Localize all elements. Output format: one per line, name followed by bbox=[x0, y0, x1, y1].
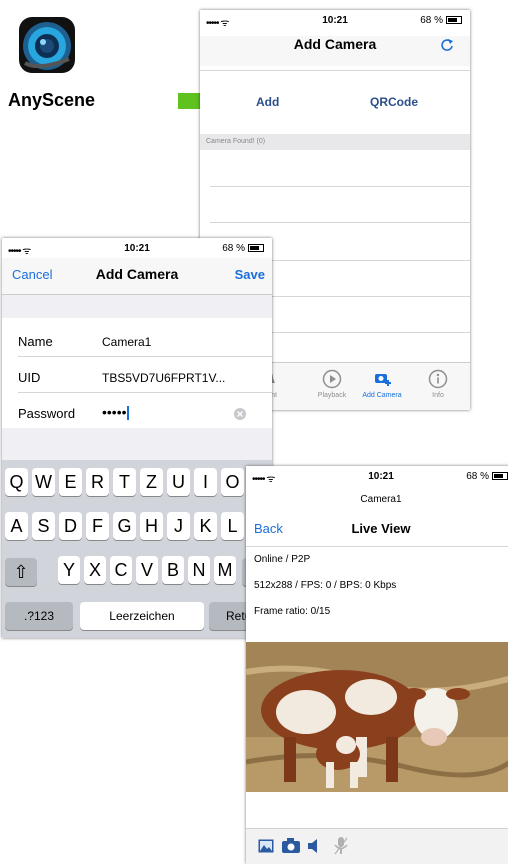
info-icon bbox=[428, 369, 448, 389]
space-key[interactable]: Leerzeichen bbox=[80, 602, 204, 630]
section-header: Camera Found! (0) bbox=[200, 134, 470, 150]
key-o[interactable]: O bbox=[221, 468, 244, 496]
status-bar: ••••• ᯤ 10:21 68 % bbox=[2, 238, 272, 258]
app-name: AnyScene bbox=[8, 90, 96, 110]
live-video-feed bbox=[246, 642, 508, 792]
battery-indicator: 68 % bbox=[222, 243, 264, 254]
clear-field-icon[interactable] bbox=[234, 408, 246, 420]
battery-indicator: 68 % bbox=[420, 15, 462, 26]
add-camera-icon bbox=[375, 374, 391, 386]
password-field[interactable]: ••••• bbox=[102, 404, 129, 421]
speaker-icon[interactable] bbox=[308, 839, 322, 853]
key-f[interactable]: F bbox=[86, 512, 109, 540]
camera-lens-icon bbox=[23, 22, 71, 70]
key-e[interactable]: E bbox=[59, 468, 82, 496]
numbers-key[interactable]: .?123 bbox=[5, 602, 73, 630]
password-label: Password bbox=[18, 406, 76, 421]
key-r[interactable]: R bbox=[86, 468, 109, 496]
form-fields: Name Camera1 UID TBS5VD7U6FPRT1V... Pass… bbox=[2, 318, 272, 428]
tab-label: Info bbox=[432, 392, 444, 399]
uid-label: UID bbox=[18, 370, 41, 385]
qrcode-option-button[interactable]: QRCode bbox=[370, 95, 418, 109]
key-d[interactable]: D bbox=[59, 512, 82, 540]
app-icon[interactable] bbox=[19, 17, 75, 73]
key-h[interactable]: H bbox=[140, 512, 163, 540]
nav-bar: Cancel Add Camera Save bbox=[2, 258, 272, 295]
status-bar: ••••• ᯤ 10:21 68 % bbox=[246, 466, 508, 486]
refresh-icon[interactable] bbox=[440, 38, 454, 52]
text-cursor bbox=[126, 406, 129, 421]
form-spacer bbox=[2, 428, 272, 460]
key-w[interactable]: W bbox=[32, 468, 55, 496]
playback-icon bbox=[322, 369, 342, 389]
page-title: Add Camera bbox=[95, 266, 179, 282]
connection-status: Online / P2P bbox=[254, 554, 311, 565]
live-view-screen: ••••• ᯤ 10:21 68 % Camera1 Back Live Vie… bbox=[246, 466, 508, 864]
key-v[interactable]: V bbox=[136, 556, 158, 584]
tab-add-camera[interactable]: Add Camera bbox=[356, 363, 408, 399]
camera-form-screen: ••••• ᯤ 10:21 68 % Cancel Add Camera Sav… bbox=[2, 238, 272, 638]
password-value: ••••• bbox=[102, 404, 127, 420]
camera-name-label: Camera1 bbox=[360, 494, 402, 505]
status-bar: ••••• ᯤ 10:21 68 % bbox=[200, 10, 470, 30]
tab-info[interactable]: Info bbox=[412, 363, 464, 399]
uid-field[interactable]: TBS5VD7U6FPRT1V... bbox=[102, 371, 225, 385]
battery-indicator: 68 % bbox=[466, 471, 508, 482]
list-divider bbox=[210, 222, 470, 223]
stream-stats: 512x288 / FPS: 0 / BPS: 0 Kbps bbox=[254, 580, 397, 591]
page-title: Add Camera bbox=[293, 36, 377, 52]
tab-playback[interactable]: Playback bbox=[306, 363, 358, 399]
shift-key[interactable]: ⇧ bbox=[5, 558, 37, 586]
key-m[interactable]: M bbox=[214, 556, 236, 584]
add-option-button[interactable]: Add bbox=[256, 95, 279, 109]
name-field[interactable]: Camera1 bbox=[102, 335, 151, 349]
microphone-icon[interactable] bbox=[334, 837, 348, 855]
key-c[interactable]: C bbox=[110, 556, 132, 584]
tab-label: Add Camera bbox=[362, 392, 402, 399]
key-l[interactable]: L bbox=[221, 512, 244, 540]
camera-icon[interactable] bbox=[282, 838, 300, 853]
live-toolbar bbox=[246, 828, 508, 864]
nav-bar: Add Camera bbox=[200, 36, 470, 66]
key-n[interactable]: N bbox=[188, 556, 210, 584]
key-j[interactable]: J bbox=[167, 512, 190, 540]
save-button[interactable]: Save bbox=[235, 267, 265, 282]
key-a[interactable]: A bbox=[5, 512, 28, 540]
tab-label: Playback bbox=[317, 392, 347, 399]
key-u[interactable]: U bbox=[167, 468, 190, 496]
key-z[interactable]: Z bbox=[140, 468, 163, 496]
image-icon[interactable] bbox=[258, 839, 274, 853]
key-t[interactable]: T bbox=[113, 468, 136, 496]
key-s[interactable]: S bbox=[32, 512, 55, 540]
page-title: Live View bbox=[351, 521, 411, 536]
key-g[interactable]: G bbox=[113, 512, 136, 540]
list-divider bbox=[210, 186, 470, 187]
frame-ratio: Frame ratio: 0/15 bbox=[254, 606, 331, 617]
key-b[interactable]: B bbox=[162, 556, 184, 584]
keyboard: QWERTZUIOP ASDFGHJKLÖ YXCVBNM ⇧ .?123 Le… bbox=[2, 460, 272, 638]
key-q[interactable]: Q bbox=[5, 468, 28, 496]
key-i[interactable]: I bbox=[194, 468, 217, 496]
key-y[interactable]: Y bbox=[58, 556, 80, 584]
form-spacer bbox=[2, 295, 272, 318]
key-x[interactable]: X bbox=[84, 556, 106, 584]
key-k[interactable]: K bbox=[194, 512, 217, 540]
name-label: Name bbox=[18, 334, 53, 349]
